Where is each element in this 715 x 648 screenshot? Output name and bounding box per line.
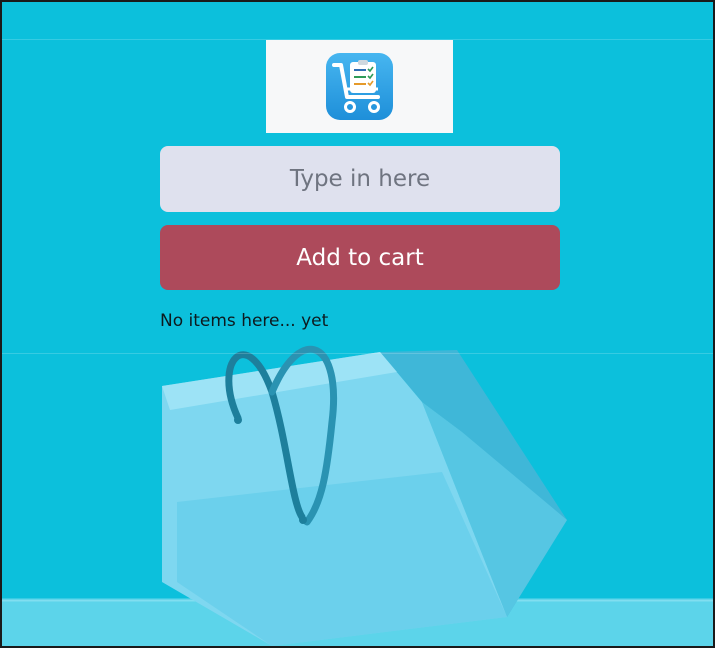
empty-cart-message: No items here... yet bbox=[160, 311, 329, 331]
shopping-bag-illustration bbox=[2, 345, 713, 646]
add-to-cart-button[interactable]: Add to cart bbox=[160, 225, 560, 290]
item-input[interactable] bbox=[160, 146, 560, 212]
app-logo bbox=[266, 40, 453, 133]
middle-divider bbox=[2, 353, 713, 354]
app-screen: Add to cart No items here... yet bbox=[2, 2, 713, 646]
shopping-list-cart-icon bbox=[326, 53, 393, 120]
